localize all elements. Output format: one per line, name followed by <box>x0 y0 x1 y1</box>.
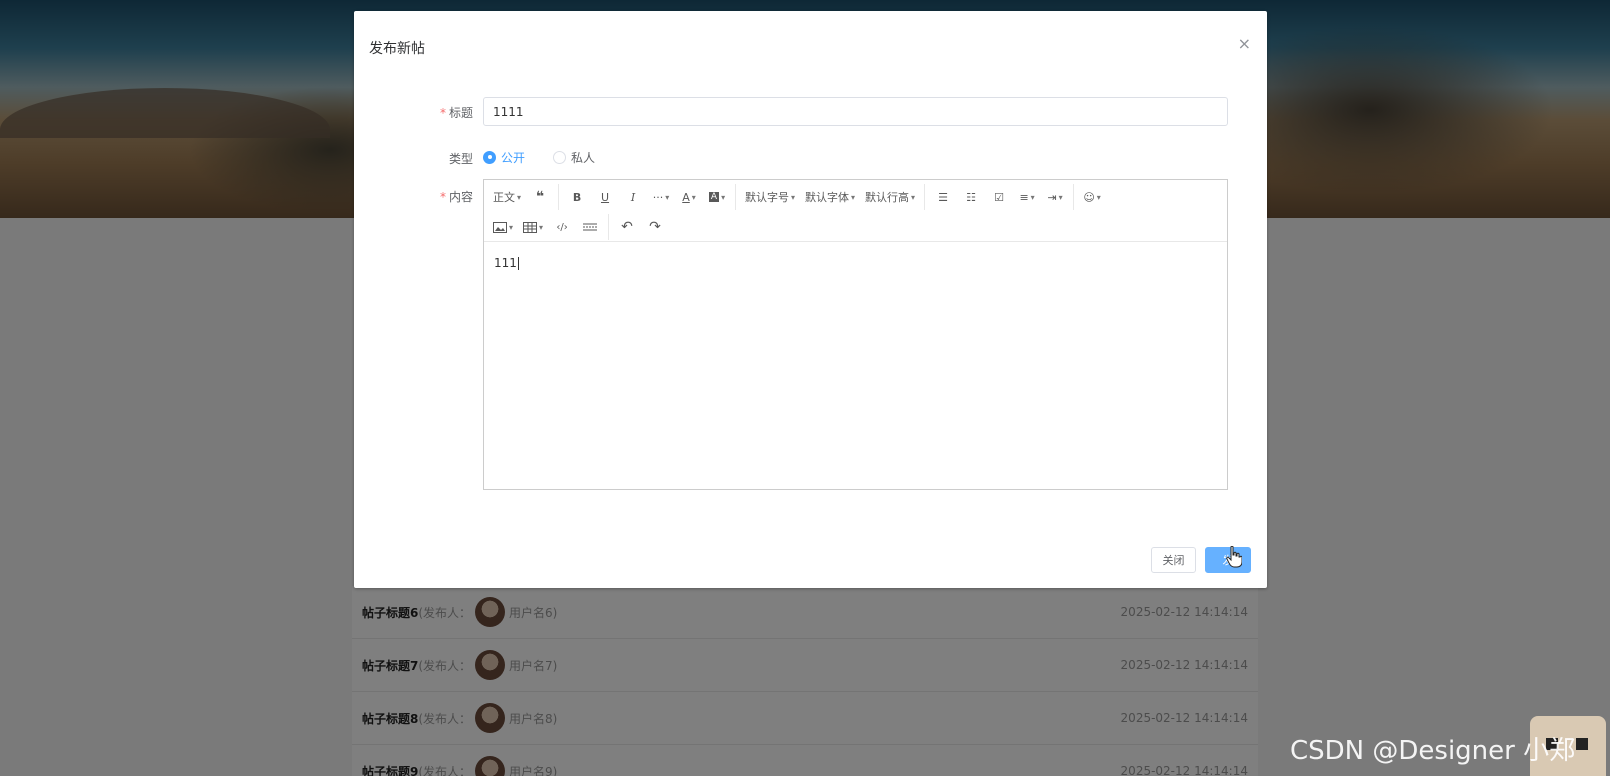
required-mark: * <box>439 190 446 204</box>
radio-private-label[interactable]: 私人 <box>571 149 595 166</box>
rich-text-editor: 正文 ▾ ❝ B U I ··· ▾ A ▾ A ▾ 默认字号 ▾ 默认字体 ▾ 默认行高 ▾ <box>483 179 1228 490</box>
paragraph-label: 正文 <box>493 191 515 204</box>
undo-icon[interactable]: ↶ <box>613 215 641 239</box>
text-cursor <box>517 257 519 270</box>
type-radio-group: 公开 私人 <box>483 145 623 169</box>
close-button[interactable]: 关闭 <box>1151 547 1196 573</box>
code-icon[interactable]: ‹/› <box>548 215 576 239</box>
chevron-down-icon: ▾ <box>721 192 726 202</box>
type-label: 类型 <box>448 152 473 166</box>
chevron-down-icon: ▾ <box>517 192 522 202</box>
radio-unchecked-icon[interactable] <box>553 150 567 164</box>
numbered-list-icon[interactable]: ☷ <box>957 185 985 209</box>
radio-public-label[interactable]: 公开 <box>501 149 525 166</box>
chevron-down-icon: ▾ <box>539 222 544 232</box>
toolbar-row-2: ▾ ▾ ‹/› ↶ ↷ <box>488 212 1223 242</box>
indent-icon[interactable]: ⇥ ▾ <box>1041 185 1069 209</box>
quote-icon[interactable]: ❝ <box>526 185 554 209</box>
align-icon[interactable]: ≡ ▾ <box>1013 185 1041 209</box>
bold-icon[interactable]: B <box>563 185 591 209</box>
close-icon[interactable]: × <box>1238 36 1251 52</box>
editor-text[interactable]: 111 <box>494 256 517 270</box>
paragraph-dropdown[interactable]: 正文 ▾ <box>488 185 526 209</box>
chevron-down-icon: ▾ <box>691 192 696 202</box>
hand-pointer-icon <box>1226 546 1242 568</box>
bg-color-icon[interactable]: A ▾ <box>703 185 731 209</box>
radio-public[interactable]: 公开 <box>483 149 525 166</box>
image-icon[interactable]: ▾ <box>488 215 518 239</box>
chevron-down-icon: ▾ <box>1030 192 1035 202</box>
required-mark: * <box>439 106 446 120</box>
chevron-down-icon: ▾ <box>851 192 856 202</box>
toolbar-row-1: 正文 ▾ ❝ B U I ··· ▾ A ▾ A ▾ 默认字号 ▾ 默认字体 ▾ 默认行高 ▾ <box>488 182 1223 212</box>
redo-icon[interactable]: ↷ <box>641 215 669 239</box>
chevron-down-icon: ▾ <box>911 192 916 202</box>
toolbar-divider <box>608 214 610 240</box>
bulleted-list-icon[interactable]: ☰ <box>929 185 957 209</box>
italic-icon[interactable]: I <box>619 185 647 209</box>
font-size-label: 默认字号 <box>745 191 790 204</box>
toolbar-divider <box>924 184 926 210</box>
table-icon[interactable]: ▾ <box>518 215 548 239</box>
font-family-label: 默认字体 <box>805 191 850 204</box>
font-family-dropdown[interactable]: 默认字体 ▾ <box>800 185 860 209</box>
font-size-dropdown[interactable]: 默认字号 ▾ <box>740 185 800 209</box>
chevron-down-icon: ▾ <box>1058 192 1063 202</box>
emoji-icon[interactable]: ☺ ▾ <box>1078 185 1106 209</box>
divider-icon[interactable] <box>576 215 604 239</box>
title-label-text: 标题 <box>448 106 473 120</box>
chevron-down-icon: ▾ <box>509 222 514 232</box>
new-post-dialog: 发布新帖 × *标题 类型 公开 私人 *内容 正文▾ ❝ B <box>354 11 1267 588</box>
content-label-text: 内容 <box>448 190 473 204</box>
todo-icon[interactable]: ☑ <box>985 185 1013 209</box>
more-icon[interactable]: ··· ▾ <box>647 185 675 209</box>
chevron-down-icon: ▾ <box>1096 192 1101 202</box>
editor-content-area[interactable]: 111 <box>484 242 1227 284</box>
radio-checked-icon[interactable] <box>483 150 496 164</box>
watermark: CSDN @Designer 小郑 <box>1290 736 1576 766</box>
line-height-label: 默认行高 <box>865 191 910 204</box>
toolbar-divider <box>558 184 560 210</box>
radio-private[interactable]: 私人 <box>553 149 595 166</box>
dialog-title: 发布新帖 <box>369 41 425 57</box>
font-color-icon[interactable]: A ▾ <box>675 185 703 209</box>
title-label: * 标题 <box>373 104 473 121</box>
editor-toolbar: 正文 ▾ ❝ B U I ··· ▾ A ▾ A ▾ 默认字号 ▾ 默认字体 ▾ 默认行高 ▾ <box>484 180 1227 242</box>
chevron-down-icon: ▾ <box>791 192 796 202</box>
chevron-down-icon: ▾ <box>665 192 670 202</box>
toolbar-divider <box>735 184 737 210</box>
title-input[interactable] <box>483 97 1228 126</box>
toolbar-divider <box>1073 184 1075 210</box>
line-height-dropdown[interactable]: 默认行高 ▾ <box>860 185 920 209</box>
content-label: * 内容 <box>373 188 473 205</box>
underline-icon[interactable]: U <box>591 185 619 209</box>
